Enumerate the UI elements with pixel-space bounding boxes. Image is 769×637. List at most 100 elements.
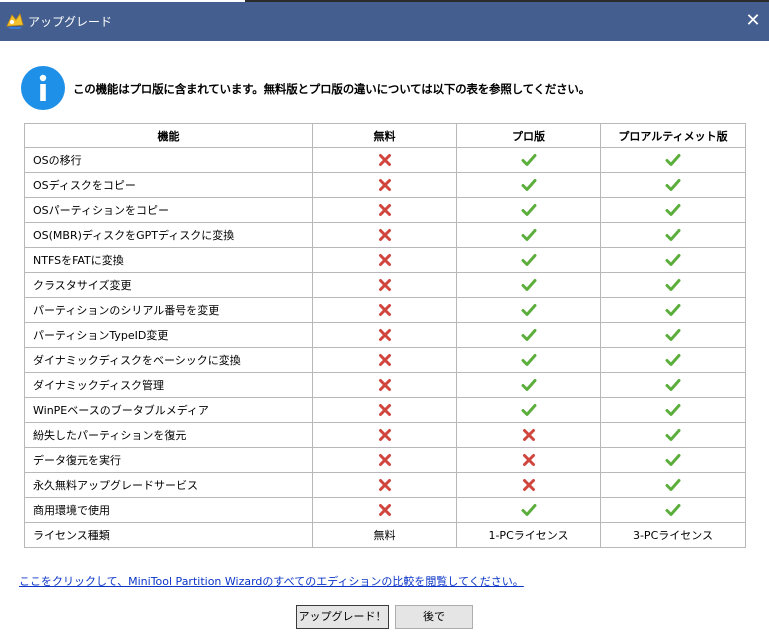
pro-cell [456, 372, 601, 398]
free-cell [312, 297, 457, 323]
check-icon [521, 404, 536, 416]
cross-icon [522, 479, 535, 491]
check-icon [665, 154, 681, 166]
check-icon [521, 204, 536, 216]
cross-icon [378, 304, 391, 316]
free-cell [312, 322, 457, 348]
ultimate-cell [600, 472, 746, 498]
check-icon [665, 254, 681, 266]
feature-name: OS(MBR)ディスクをGPTディスクに変換 [24, 222, 313, 248]
license-row: ライセンス種類 無料 1-PCライセンス 3-PCライセンス [24, 522, 746, 548]
cross-icon [378, 154, 391, 166]
ultimate-cell [600, 297, 746, 323]
check-icon [665, 454, 681, 466]
cross-icon [378, 254, 391, 266]
ultimate-cell [600, 147, 746, 173]
table-row: ダイナミックディスクをベーシックに変換 [24, 347, 746, 373]
table-row: OS(MBR)ディスクをGPTディスクに変換 [24, 222, 746, 248]
pro-cell [456, 347, 601, 373]
column-header-pro: プロ版 [456, 123, 601, 148]
feature-name: ダイナミックディスクをベーシックに変換 [24, 347, 313, 373]
table-row: パーティションのシリアル番号を変更 [24, 297, 746, 323]
ultimate-cell [600, 322, 746, 348]
table-row: 永久無料アップグレードサービス [24, 472, 746, 498]
pro-cell [456, 247, 601, 273]
ultimate-cell [600, 347, 746, 373]
table-row: パーティションTypeID変更 [24, 322, 746, 348]
feature-name: NTFSをFATに変換 [24, 247, 313, 273]
feature-name: パーティションTypeID変更 [24, 322, 313, 348]
pro-cell [456, 147, 601, 173]
feature-name: 紛失したパーティションを復元 [24, 422, 313, 448]
cross-icon [378, 504, 391, 516]
cross-icon [378, 354, 391, 366]
table-row: 紛失したパーティションを復元 [24, 422, 746, 448]
ultimate-cell [600, 222, 746, 248]
check-icon [665, 504, 681, 516]
cross-icon [522, 429, 535, 441]
check-icon [521, 504, 536, 516]
feature-name: データ復元を実行 [24, 447, 313, 473]
ultimate-cell [600, 197, 746, 223]
check-icon [665, 229, 681, 241]
compare-editions-link[interactable]: ここをクリックして、MiniTool Partition Wizardのすべての… [19, 573, 524, 589]
ultimate-cell [600, 247, 746, 273]
column-header-free: 無料 [312, 123, 457, 148]
check-icon [521, 379, 536, 391]
pro-cell [456, 172, 601, 198]
ultimate-cell [600, 272, 746, 298]
free-cell [312, 247, 457, 273]
feature-name: パーティションのシリアル番号を変更 [24, 297, 313, 323]
cross-icon [378, 179, 391, 191]
feature-name: 商用環境で使用 [24, 497, 313, 523]
free-cell [312, 172, 457, 198]
column-header-feature: 機能 [24, 123, 313, 148]
check-icon [521, 179, 536, 191]
free-cell [312, 472, 457, 498]
check-icon [665, 204, 681, 216]
info-message: この機能はプロ版に含まれています。無料版とプロ版の違いについては以下の表を参照し… [73, 82, 591, 96]
license-label: ライセンス種類 [24, 522, 313, 548]
check-icon [665, 429, 681, 441]
pro-cell [456, 497, 601, 523]
free-cell [312, 422, 457, 448]
ultimate-cell [600, 372, 746, 398]
close-button[interactable]: ✕ [741, 8, 765, 34]
free-cell [312, 447, 457, 473]
ultimate-cell [600, 447, 746, 473]
license-pro: 1-PCライセンス [456, 522, 601, 548]
feature-name: OSパーティションをコピー [24, 197, 313, 223]
pro-cell [456, 297, 601, 323]
free-cell [312, 147, 457, 173]
check-icon [665, 329, 681, 341]
check-icon [665, 354, 681, 366]
check-icon [665, 479, 681, 491]
feature-name: 永久無料アップグレードサービス [24, 472, 313, 498]
table-row: データ復元を実行 [24, 447, 746, 473]
check-icon [521, 304, 536, 316]
check-icon [521, 154, 536, 166]
cross-icon [378, 204, 391, 216]
check-icon [521, 254, 536, 266]
feature-name: OSの移行 [24, 147, 313, 173]
ultimate-cell [600, 497, 746, 523]
later-button[interactable]: 後で [395, 605, 473, 629]
pro-cell [456, 222, 601, 248]
cross-icon [378, 229, 391, 241]
table-row: NTFSをFATに変換 [24, 247, 746, 273]
check-icon [521, 354, 536, 366]
free-cell [312, 497, 457, 523]
cross-icon [522, 454, 535, 466]
pro-cell [456, 197, 601, 223]
license-free: 無料 [312, 522, 457, 548]
free-cell [312, 272, 457, 298]
pro-cell [456, 472, 601, 498]
upgrade-button[interactable]: アップグレード！ [296, 605, 389, 629]
check-icon [521, 229, 536, 241]
feature-name: クラスタサイズ変更 [24, 272, 313, 298]
pro-cell [456, 422, 601, 448]
table-row: OSパーティションをコピー [24, 197, 746, 223]
check-icon [521, 279, 536, 291]
free-cell [312, 197, 457, 223]
cross-icon [378, 379, 391, 391]
